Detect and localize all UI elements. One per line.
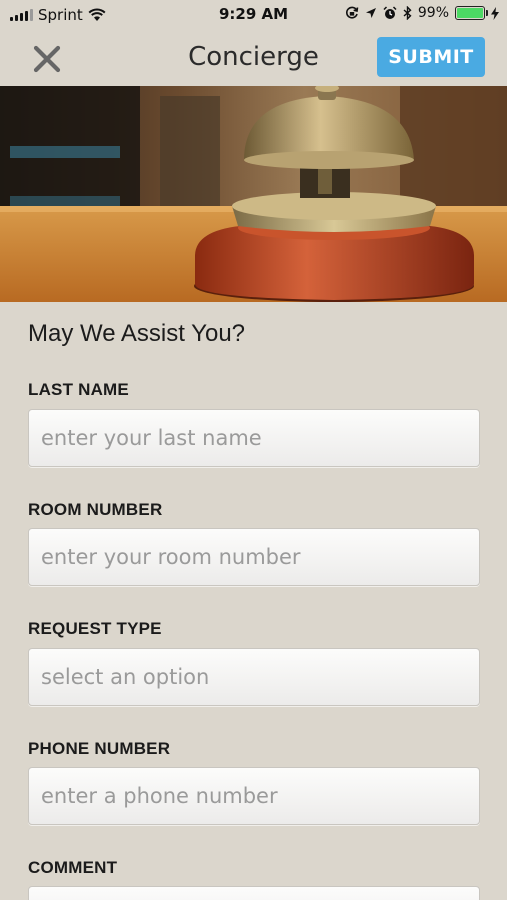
battery-percent: 99% <box>417 5 449 21</box>
navigation-bar: Concierge SUBMIT <box>0 30 507 86</box>
submit-button[interactable]: SUBMIT <box>377 37 485 77</box>
request-type-label: REQUEST TYPE <box>28 619 162 638</box>
close-icon <box>33 45 61 73</box>
screen-lock-icon <box>345 6 359 19</box>
service-bell-image <box>0 86 507 302</box>
status-icons: 99% <box>345 5 499 21</box>
battery-level-fill <box>457 8 483 18</box>
comment-label: COMMENT <box>28 858 118 877</box>
request-type-select[interactable]: select an option <box>28 648 480 706</box>
phone-number-label: PHONE NUMBER <box>28 739 171 758</box>
room-number-input[interactable] <box>28 528 480 586</box>
last-name-input[interactable] <box>28 409 480 467</box>
comment-input[interactable] <box>28 886 480 900</box>
location-icon <box>365 8 376 18</box>
concierge-screen: Sprint 9:29 AM 99% Concierge SUBMIT May … <box>0 0 507 900</box>
form-heading: May We Assist You? <box>28 320 246 347</box>
charging-icon <box>491 6 499 20</box>
phone-number-input[interactable] <box>28 767 480 825</box>
bluetooth-icon <box>403 6 412 20</box>
room-number-label: ROOM NUMBER <box>28 500 163 519</box>
hero-image <box>0 86 507 302</box>
alarm-icon <box>383 6 397 19</box>
battery-icon <box>455 6 488 20</box>
last-name-label: LAST NAME <box>28 380 129 399</box>
status-bar: Sprint 9:29 AM 99% <box>0 0 507 30</box>
close-button[interactable] <box>30 42 64 76</box>
